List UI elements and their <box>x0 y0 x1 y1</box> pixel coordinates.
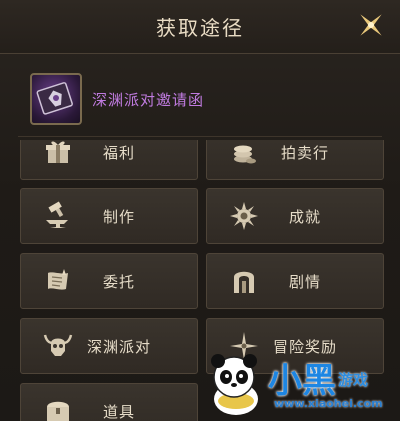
close-button[interactable] <box>350 4 392 46</box>
chest-icon <box>35 388 81 421</box>
panda-mascot-icon <box>211 354 258 415</box>
source-button-abyss-party[interactable]: 深渊派对 <box>20 318 198 374</box>
source-label: 道具 <box>102 402 135 421</box>
acquisition-panel: 获取途径 深渊派对邀请函 福利 拍卖行 制作 成就 委托 剧情 深渊派对 冒险奖… <box>0 0 400 421</box>
invitation-item-icon[interactable] <box>30 73 82 125</box>
scroll-icon <box>35 258 81 304</box>
source-button-crafting[interactable]: 制作 <box>20 188 198 244</box>
item-row: 深渊派对邀请函 <box>20 62 390 136</box>
medal-icon <box>221 193 267 239</box>
close-icon <box>360 14 382 36</box>
watermark-url: www.xiaohei.com <box>274 397 383 410</box>
watermark-brand: 小黑 <box>268 361 336 401</box>
divider <box>18 136 382 137</box>
source-label: 委托 <box>102 272 135 291</box>
panel-title: 获取途径 <box>156 16 244 40</box>
source-button-welfare[interactable]: 福利 <box>20 140 198 180</box>
source-button-achievement[interactable]: 成就 <box>206 188 384 244</box>
gate-icon <box>221 258 267 304</box>
source-button-auction[interactable]: 拍卖行 <box>206 140 384 180</box>
source-label: 福利 <box>102 143 135 162</box>
source-label: 成就 <box>288 207 321 226</box>
source-label: 制作 <box>102 207 135 226</box>
source-button-item[interactable]: 道具 <box>20 383 198 421</box>
source-button-story[interactable]: 剧情 <box>206 253 384 309</box>
watermark-sub: 游戏 <box>338 371 369 389</box>
source-button-commission[interactable]: 委托 <box>20 253 198 309</box>
horned-skull-icon <box>35 323 81 369</box>
invitation-card-icon <box>36 82 73 115</box>
source-label: 剧情 <box>288 272 321 291</box>
source-label: 拍卖行 <box>280 143 329 162</box>
anvil-hammer-icon <box>35 193 81 239</box>
gift-icon <box>35 140 81 175</box>
coin-stack-icon <box>221 140 267 175</box>
watermark-logo: 小黑 游戏 www.xiaohei.com <box>204 347 394 417</box>
source-label: 深渊派对 <box>86 337 151 356</box>
panel-header: 获取途径 <box>0 0 400 54</box>
item-name: 深渊派对邀请函 <box>92 90 205 109</box>
